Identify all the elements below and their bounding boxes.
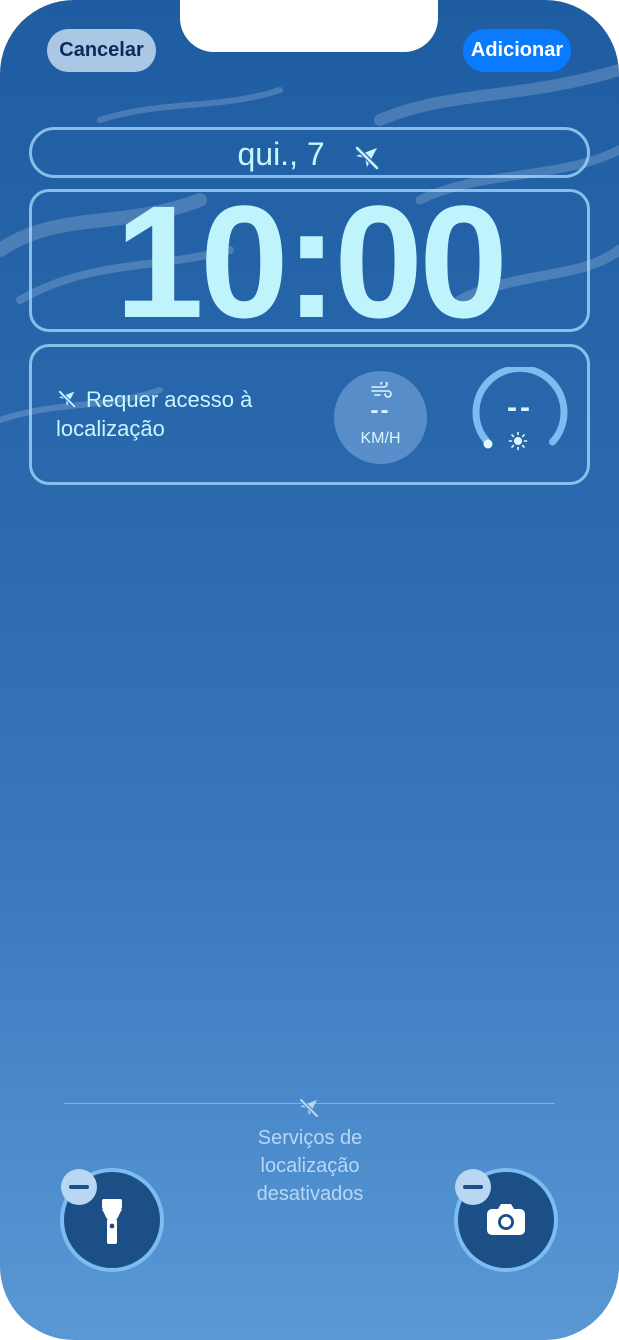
clock-slot[interactable]: 10:00 (29, 182, 590, 342)
remove-camera-button[interactable] (455, 1169, 491, 1205)
uv-value: -- (507, 391, 533, 424)
lock-screen-editor: Cancelar Adicionar qui., 7 10:00 Requer … (0, 0, 619, 1340)
wind-unit: KM/H (360, 430, 401, 447)
minus-icon (69, 1185, 89, 1189)
location-slash-icon (352, 140, 382, 170)
location-slash-icon (296, 1096, 322, 1120)
cancel-button[interactable]: Cancelar (47, 29, 156, 72)
location-slash-icon (56, 388, 78, 410)
wind-icon (370, 380, 392, 398)
clock-time: 10:00 (114, 172, 508, 351)
sun-icon (508, 431, 528, 451)
device-notch (180, 0, 438, 52)
add-button[interactable]: Adicionar (463, 29, 571, 72)
location-services-status: Serviços de localização desativados (256, 1127, 364, 1205)
widgets-slot[interactable]: Requer acesso à localização -- KM/H -- (29, 344, 590, 485)
date-label: qui., 7 (237, 136, 325, 173)
location-required-text: Requer acesso à localização (56, 387, 253, 441)
wind-widget[interactable]: -- KM/H (334, 371, 427, 464)
date-row: qui., 7 (32, 130, 587, 175)
minus-icon (463, 1185, 483, 1189)
remove-flashlight-button[interactable] (61, 1169, 97, 1205)
uv-gauge-widget[interactable]: -- (470, 364, 570, 467)
date-widget-slot[interactable]: qui., 7 (29, 127, 590, 178)
wind-value: -- (370, 397, 391, 424)
location-required-widget[interactable]: Requer acesso à localização (56, 385, 296, 443)
